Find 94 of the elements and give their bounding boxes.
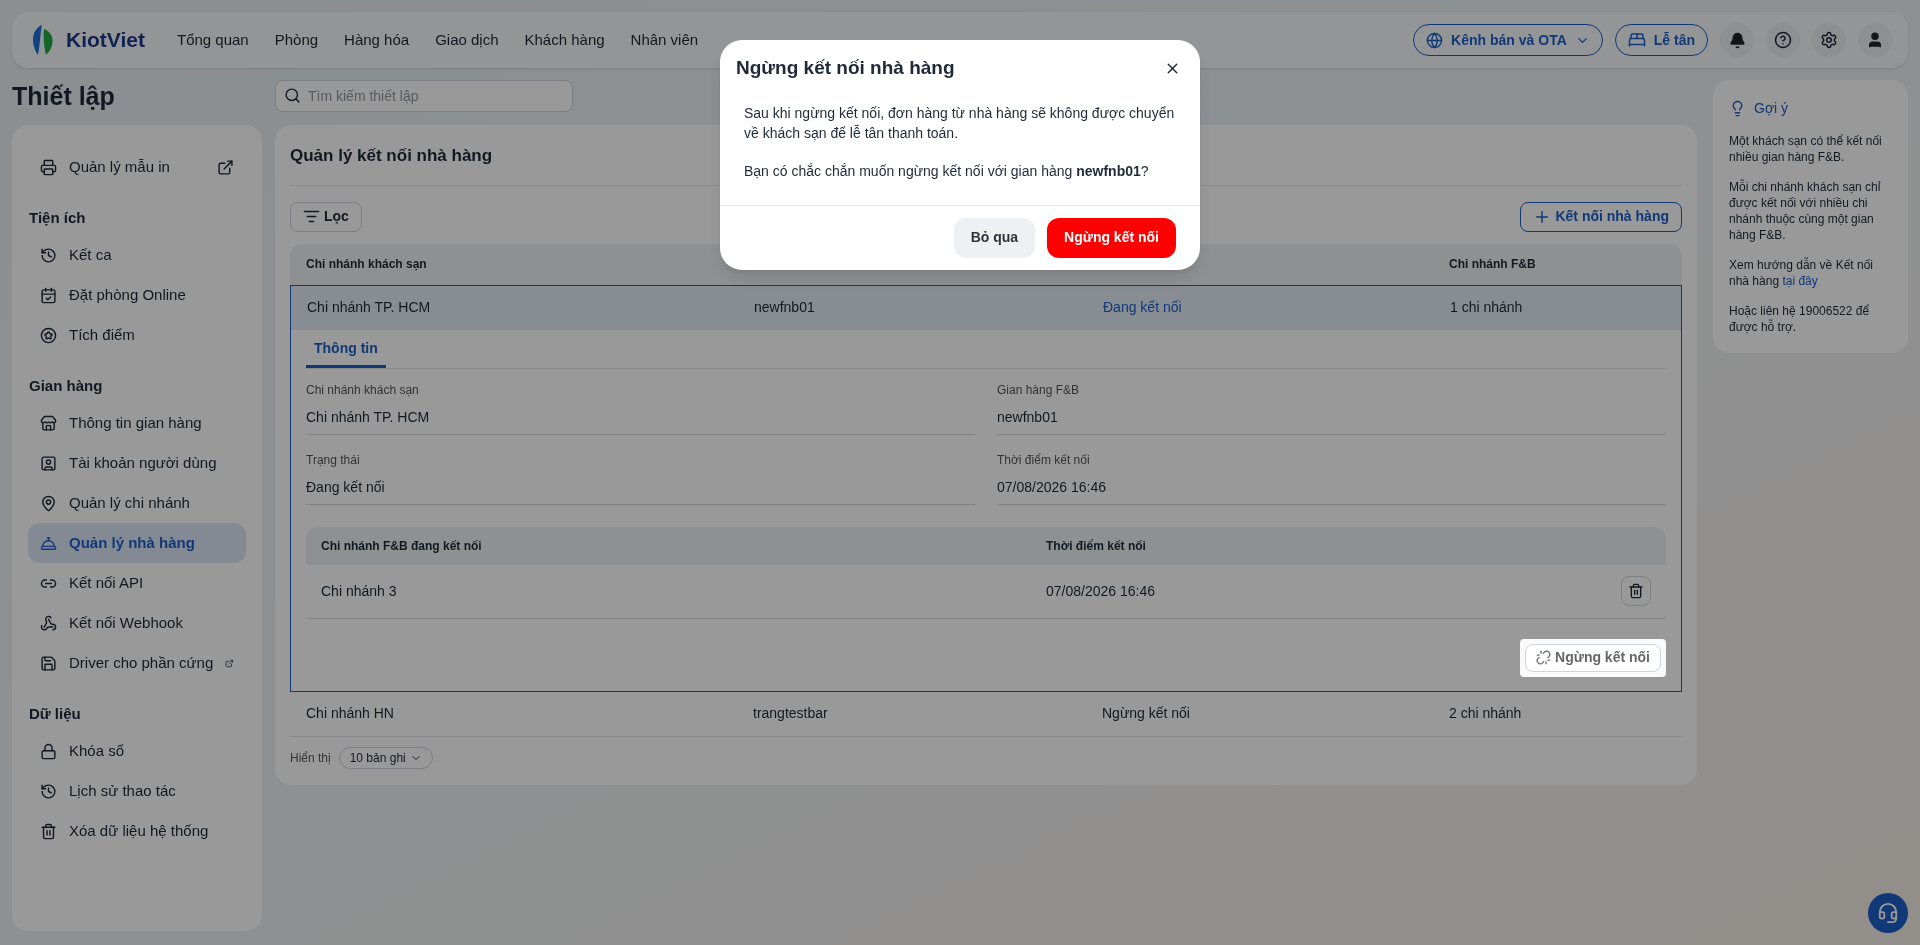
field-label: Gian hàng F&B — [997, 381, 1081, 399]
disconnect-button[interactable]: Ngừng kết nối — [1525, 643, 1661, 672]
table-cell-text: Chi nhánh TP. HCM — [307, 298, 432, 317]
table-row[interactable]: Chi nhánh TP. HCM newfnb01 Đang kết nối 1 chi nhánh — [291, 285, 1681, 330]
hint-text: Một khách sạn có thể kết nối nhiều gian hàng F&B. — [1729, 133, 1883, 165]
column-header: Chi nhánh F&B — [1449, 256, 1537, 273]
sidebar-item[interactable]: Quản lý nhà hàng — [28, 523, 246, 563]
nav-link[interactable]: Phòng — [274, 28, 319, 52]
info-tab[interactable]: Thông tin — [306, 329, 386, 368]
section-heading: Tiện ích — [28, 208, 87, 228]
bell-icon — [1728, 31, 1746, 49]
table-cell-text: 07/08/2026 16:46 — [1046, 581, 1156, 601]
filter-button[interactable]: Lọc — [290, 201, 362, 232]
hint-text: Mỗi chi nhánh khách sạn chỉ được kết nối với nhiều chi nhánh thuộc cùng một gian hàng F&B. — [1729, 179, 1882, 243]
field-value: Đang kết nối — [306, 468, 975, 505]
account-button[interactable] — [1858, 23, 1892, 57]
sidebar-item[interactable]: Tích điểm — [28, 315, 246, 355]
history-icon — [40, 246, 57, 264]
sidebar-item[interactable]: Đặt phòng Online — [28, 275, 246, 315]
field-label: Trạng thái — [306, 451, 361, 469]
dialog-message: Sau khi ngừng kết nối, đơn hàng từ nhà hàng sẽ không được chuyển về khách sạn để lễ tân thanh toán. — [744, 103, 1176, 143]
sidebar-item[interactable]: Thông tin gian hàng — [28, 403, 246, 443]
confirm-disconnect-button[interactable]: Ngừng kết nối — [1047, 217, 1176, 258]
headset-icon — [1877, 902, 1899, 924]
page-title: Thiết lập — [12, 81, 116, 112]
table-cell-text: trangtestbar — [753, 704, 829, 723]
dialog-message: Bạn có chắc chắn muốn ngừng kết nối với gian hàng newfnb01? — [744, 161, 1150, 181]
help-button[interactable] — [1766, 23, 1800, 57]
search-field[interactable]: Tìm kiếm thiết lập — [275, 80, 573, 112]
field-value: 07/08/2026 16:46 — [997, 468, 1666, 505]
nav-link[interactable]: Tổng quan — [176, 28, 249, 52]
guide-link[interactable]: tại đây — [1782, 274, 1818, 288]
support-chat-button[interactable] — [1868, 893, 1908, 933]
status-text: Đang kết nối — [1103, 298, 1183, 317]
status-text: Ngừng kết nối — [1102, 704, 1191, 723]
service-bell-icon — [40, 534, 57, 552]
search-icon — [284, 87, 301, 104]
history-icon — [40, 782, 57, 800]
logo-text: KiotViet — [66, 27, 145, 54]
bed-icon — [1627, 31, 1646, 49]
help-icon — [1774, 31, 1792, 49]
field-label: Chi nhánh khách sạn — [306, 381, 420, 399]
table-row[interactable]: Chi nhánh HN trangtestbar Ngừng kết nối 2 chi nhánh — [290, 691, 1682, 736]
printer-icon — [40, 158, 57, 176]
nav-link[interactable]: Hàng hóa — [344, 28, 410, 52]
delete-button[interactable] — [1621, 576, 1651, 606]
sidebar-item[interactable]: Lịch sử thao tác — [28, 771, 246, 811]
sidebar-item[interactable]: Quản lý chi nhánh — [28, 483, 246, 523]
column-header: Chi nhánh khách sạn — [306, 256, 428, 273]
cancel-button[interactable]: Bỏ qua — [953, 217, 1036, 258]
column-header: Chi nhánh F&B đang kết nối — [321, 537, 483, 555]
user-icon — [1866, 31, 1884, 49]
trash-icon — [40, 822, 57, 840]
add-connection-button[interactable]: Kết nối nhà hàng — [1520, 201, 1682, 232]
hint-title: Gợi ý — [1754, 99, 1789, 118]
globe-icon — [1426, 31, 1444, 49]
sidebar-item[interactable]: Khóa sổ — [28, 731, 246, 771]
sidebar-item[interactable]: Kết nối API — [28, 563, 246, 603]
notification-button[interactable] — [1720, 23, 1754, 57]
nav-link[interactable]: Khách hàng — [524, 28, 605, 52]
sidebar-item[interactable]: Xóa dữ liệu hệ thống — [28, 811, 246, 851]
table-cell-text: 2 chi nhánh — [1449, 704, 1523, 723]
lock-icon — [40, 742, 57, 760]
sidebar-item[interactable]: Kết nối Webhook — [28, 603, 246, 643]
table-cell-text: newfnb01 — [754, 298, 816, 317]
section-heading: Dữ liệu — [28, 704, 82, 724]
table-cell-text: Chi nhánh HN — [306, 704, 395, 723]
webhook-icon — [40, 614, 57, 632]
sidebar-item[interactable]: Driver cho phần cứng — [28, 643, 246, 683]
trash-icon — [1628, 583, 1644, 599]
map-pin-icon — [40, 494, 57, 512]
pager-label: Hiển thị — [290, 749, 331, 767]
user-card-icon — [40, 454, 57, 472]
sidebar-item[interactable]: Tài khoản người dùng — [28, 443, 246, 483]
broken-link-icon — [1536, 650, 1552, 665]
dialog-title: Ngừng kết nối nhà hàng — [736, 56, 955, 80]
section-heading: Gian hàng — [28, 376, 104, 396]
column-header: Thời điểm kết nối — [1046, 537, 1147, 555]
nav-link[interactable]: Nhân viên — [630, 28, 699, 52]
hint-text: Hoặc liên hệ 19006522 để được hỗ trợ. — [1729, 303, 1871, 335]
settings-button[interactable] — [1812, 23, 1846, 57]
table-cell-text: Chi nhánh 3 — [321, 581, 398, 601]
nav-link[interactable]: Giao dịch — [435, 28, 499, 52]
sidebar-item[interactable]: Quản lý mẫu in — [28, 147, 246, 187]
filter-icon — [303, 208, 320, 225]
settings-icon — [1820, 31, 1838, 49]
field-label: Thời điểm kết nối — [997, 451, 1091, 469]
store-icon — [40, 414, 57, 432]
sidebar-item[interactable]: Kết ca — [28, 235, 246, 275]
calendar-icon — [40, 286, 57, 304]
field-value: Chi nhánh TP. HCM — [306, 398, 975, 435]
field-value: newfnb01 — [997, 398, 1666, 435]
table-cell-text: 1 chi nhánh — [1450, 298, 1524, 317]
hint-text: Xem hướng dẫn về Kết nối nhà hàng tại đây — [1729, 257, 1874, 289]
